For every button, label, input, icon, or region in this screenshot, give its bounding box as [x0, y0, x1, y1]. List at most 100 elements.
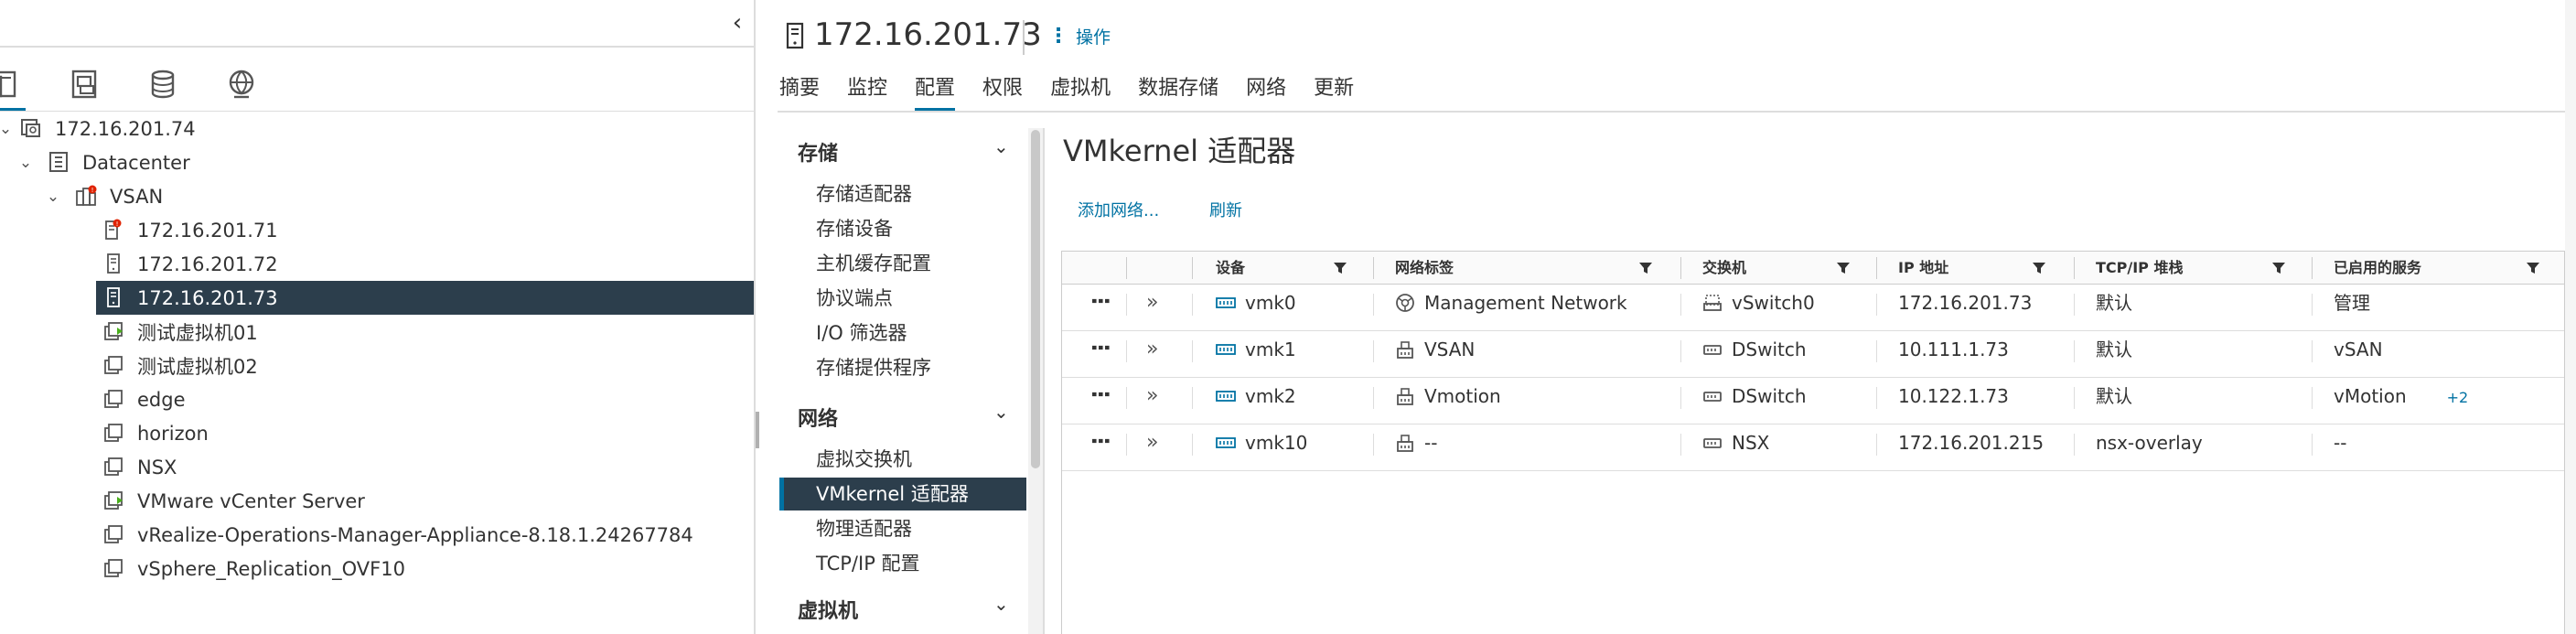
- tree-item-vm[interactable]: horizon: [0, 416, 754, 450]
- table-row[interactable]: ⋮ » vmk2 Vmotion DSwitch 10.122.1.73 默认 …: [1062, 378, 2564, 424]
- networking-icon[interactable]: [223, 66, 260, 102]
- page-scrollbar-track[interactable]: [2565, 0, 2576, 634]
- filter-icon[interactable]: [1638, 261, 1653, 275]
- expand-row-icon[interactable]: »: [1146, 285, 1158, 321]
- tree-item-host-72[interactable]: 172.16.201.72: [0, 247, 754, 281]
- column-separator: [1876, 387, 1877, 409]
- tree-item-label: edge: [137, 388, 186, 411]
- column-header-ip-address[interactable]: IP 地址: [1898, 252, 1948, 285]
- device-name: vmk10: [1245, 432, 1308, 454]
- nav-item-tcpip-config[interactable]: TCP/IP 配置: [779, 547, 1026, 580]
- vm-icon: [104, 424, 123, 442]
- nav-item-virtual-switches[interactable]: 虚拟交换机: [779, 443, 1026, 476]
- column-header-switch[interactable]: 交换机: [1702, 252, 1746, 285]
- chevron-down-icon[interactable]: ⌄: [0, 120, 15, 138]
- table-row[interactable]: ⋮ » vmk0 Management Network vSwitch0 172…: [1062, 285, 2564, 331]
- column-separator: [2074, 340, 2075, 362]
- chevron-down-icon[interactable]: ⌄: [44, 188, 62, 206]
- tab-permissions[interactable]: 权限: [982, 75, 1023, 112]
- filter-icon[interactable]: [1836, 261, 1851, 275]
- add-networking-button[interactable]: 添加网络...: [1078, 198, 1159, 221]
- tree-item-vm[interactable]: NSX: [0, 450, 754, 484]
- tree-item-cluster[interactable]: ⌄ ! VSAN: [0, 179, 754, 213]
- tab-summary[interactable]: 摘要: [779, 75, 820, 112]
- storage-icon[interactable]: [145, 66, 181, 102]
- column-separator: [1876, 294, 1877, 316]
- column-header-network-label[interactable]: 网络标签: [1395, 252, 1454, 285]
- expand-row-icon[interactable]: »: [1146, 331, 1158, 368]
- table-row[interactable]: ⋮ » vmk1 VSAN DSwitch 10.111.1.73 默认 vSA…: [1062, 331, 2564, 378]
- chevron-down-icon[interactable]: ⌄: [993, 401, 1009, 423]
- switch-name: DSwitch: [1732, 385, 1807, 407]
- tab-monitor[interactable]: 监控: [847, 75, 887, 112]
- chevron-down-icon[interactable]: ⌄: [993, 135, 1009, 157]
- nav-item-protocol-endpoints[interactable]: 协议端点: [779, 282, 1026, 315]
- vms-templates-icon[interactable]: [66, 66, 102, 102]
- filter-icon[interactable]: [2032, 261, 2046, 275]
- vm-icon: [104, 390, 123, 408]
- tab-networks[interactable]: 网络: [1246, 75, 1286, 112]
- nav-item-storage-providers[interactable]: 存储提供程序: [779, 351, 1026, 384]
- more-services-link[interactable]: +2: [2447, 389, 2469, 406]
- filter-icon[interactable]: [2526, 261, 2540, 275]
- chevron-down-icon[interactable]: ⌄: [16, 154, 35, 172]
- row-actions-kebab-icon[interactable]: ⋮: [1088, 430, 1113, 448]
- refresh-button[interactable]: 刷新: [1209, 198, 1242, 221]
- nav-item-host-cache[interactable]: 主机缓存配置: [779, 247, 1026, 280]
- tab-updates[interactable]: 更新: [1314, 75, 1354, 112]
- tree-item-datacenter[interactable]: ⌄ Datacenter: [0, 145, 754, 179]
- nav-scrollbar-thumb[interactable]: [1031, 130, 1040, 468]
- tree-item-vm[interactable]: VMware vCenter Server: [0, 484, 754, 518]
- column-separator: [1373, 434, 1374, 456]
- switch-name: DSwitch: [1732, 338, 1807, 360]
- tree-item-vm[interactable]: edge: [0, 382, 754, 416]
- tree-item-label: vSphere_Replication_OVF10: [137, 557, 405, 580]
- vm-icon: [104, 525, 123, 543]
- nav-item-storage-devices[interactable]: 存储设备: [779, 212, 1026, 245]
- actions-menu-button[interactable]: ⋮ 操作: [1048, 24, 1111, 48]
- column-separator: [1192, 340, 1193, 362]
- chevron-down-icon[interactable]: ⌄: [993, 593, 1009, 615]
- device-name: vmk2: [1245, 385, 1296, 407]
- table-row[interactable]: ⋮ » vmk10 -- NSX 172.16.201.215 nsx-over…: [1062, 424, 2564, 471]
- nav-item-storage-adapters[interactable]: 存储适配器: [779, 177, 1026, 210]
- column-separator: [2312, 257, 2313, 279]
- tree-item-vm[interactable]: vSphere_Replication_OVF10: [0, 552, 754, 586]
- tab-configure[interactable]: 配置: [915, 75, 956, 112]
- tree-item-label: 172.16.201.71: [137, 219, 278, 242]
- tree-item-vm[interactable]: 测试虚拟机02: [0, 349, 754, 382]
- nav-item-vmkernel-adapters[interactable]: VMkernel 适配器: [779, 478, 1026, 510]
- filter-icon[interactable]: [2271, 261, 2286, 275]
- tree-item-host-71[interactable]: ! 172.16.201.71: [0, 213, 754, 247]
- cell-switch: DSwitch: [1702, 378, 1807, 424]
- collapse-panel-button[interactable]: ‹: [724, 7, 750, 38]
- tab-datastores[interactable]: 数据存储: [1138, 75, 1218, 112]
- nav-item-physical-adapters[interactable]: 物理适配器: [779, 512, 1026, 545]
- column-header-enabled-services[interactable]: 已启用的服务: [2334, 252, 2421, 285]
- nav-group-virtual-machines[interactable]: 虚拟机: [798, 595, 858, 624]
- tree-item-vm[interactable]: vRealize-Operations-Manager-Appliance-8.…: [0, 518, 754, 552]
- nav-item-io-filters[interactable]: I/O 筛选器: [779, 317, 1026, 349]
- tree-item-label: 172.16.201.72: [137, 253, 278, 275]
- panel-resize-handle[interactable]: [756, 412, 759, 448]
- svg-text:!: !: [116, 220, 119, 228]
- expand-row-icon[interactable]: »: [1146, 424, 1158, 461]
- row-actions-kebab-icon[interactable]: ⋮: [1088, 383, 1113, 402]
- tree-item-vm[interactable]: 测试虚拟机01: [0, 315, 754, 349]
- column-separator: [2312, 434, 2313, 456]
- tree-item-label: 测试虚拟机01: [137, 321, 258, 344]
- nav-group-storage[interactable]: 存储: [798, 137, 838, 167]
- expand-row-icon[interactable]: »: [1146, 378, 1158, 414]
- nav-group-networking[interactable]: 网络: [798, 403, 838, 432]
- column-header-device[interactable]: 设备: [1216, 252, 1245, 285]
- row-actions-kebab-icon[interactable]: ⋮: [1088, 290, 1113, 308]
- tree-item-vcenter[interactable]: ⌄ 172.16.201.74: [0, 112, 754, 145]
- column-header-tcpip-stack[interactable]: TCP/IP 堆栈: [2096, 252, 2183, 285]
- row-actions-kebab-icon[interactable]: ⋮: [1088, 337, 1113, 355]
- switch-name: vSwitch0: [1732, 292, 1815, 314]
- tab-vms[interactable]: 虚拟机: [1050, 75, 1111, 112]
- hosts-clusters-icon[interactable]: [0, 66, 26, 102]
- datacenter-icon: [49, 152, 68, 172]
- tree-item-host-73-selected[interactable]: 172.16.201.73: [96, 281, 754, 315]
- filter-icon[interactable]: [1333, 261, 1347, 275]
